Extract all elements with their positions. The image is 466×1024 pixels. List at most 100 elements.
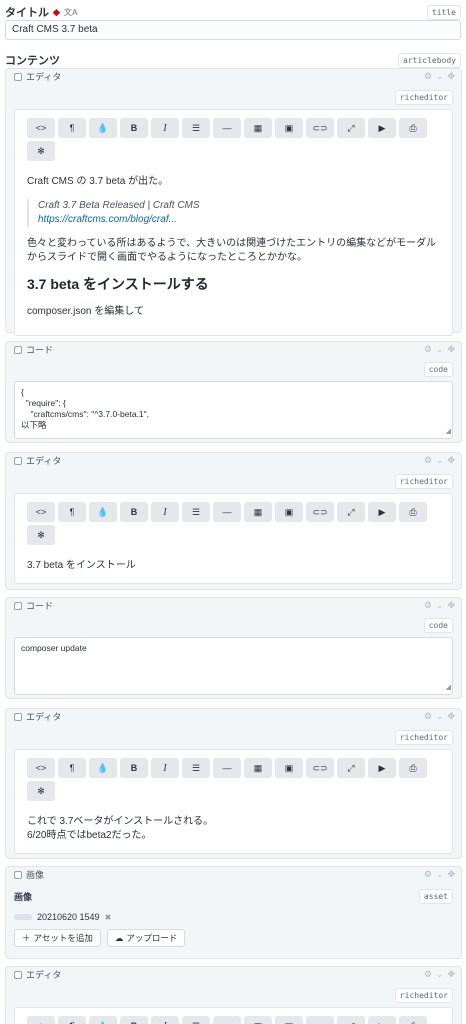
color-icon[interactable]: 💧 — [89, 758, 117, 778]
editor-content[interactable]: Craft CMS の 3.7 beta が出た。 Craft 3.7 Beta… — [27, 175, 444, 319]
chevron-down-icon[interactable]: ⌄ — [436, 71, 444, 82]
image-icon[interactable]: ▣ — [275, 118, 303, 138]
fullscreen-icon[interactable]: ⤢ — [337, 758, 365, 778]
editor-content[interactable]: 3.7 beta をインストール — [27, 559, 444, 573]
rich-text-editor[interactable]: <> ¶ 💧 B I ☰ — ▦ ▣ ⊂⊃ ⤢ ▶ ⎙ ✻ 3.7 beta をインストール — [14, 493, 453, 584]
image-icon[interactable]: ▣ — [275, 1016, 303, 1024]
block-select-checkbox[interactable] — [14, 601, 22, 610]
resize-handle-icon[interactable]: ◢ — [446, 682, 451, 693]
table-icon[interactable]: ▦ — [244, 118, 272, 138]
remove-icon[interactable]: ✖ — [105, 913, 112, 922]
move-icon[interactable]: ✥ — [447, 869, 455, 880]
settings-icon[interactable]: ⚙ — [424, 600, 432, 611]
settings-icon[interactable]: ⚙ — [424, 869, 432, 880]
bold-icon[interactable]: B — [120, 118, 148, 138]
code-view-icon[interactable]: <> — [27, 118, 55, 138]
table-icon[interactable]: ▦ — [244, 758, 272, 778]
color-icon[interactable]: 💧 — [89, 502, 117, 522]
chevron-down-icon[interactable]: ⌄ — [436, 455, 444, 466]
special-chars-icon[interactable]: ✻ — [27, 141, 55, 161]
move-icon[interactable]: ✥ — [447, 969, 455, 980]
rich-text-editor[interactable]: <> ¶ 💧 B I ☰ — ▦ ▣ ⊂⊃ ⤢ ▶ ⎙ ✻ Craft CMS の 3.7 beta が出… — [14, 109, 453, 336]
asset-item[interactable]: 20210620 1549 ✖ — [6, 904, 461, 922]
code-view-icon[interactable]: <> — [27, 1016, 55, 1024]
list-icon[interactable]: ☰ — [182, 758, 210, 778]
paragraph-icon[interactable]: ¶ — [58, 758, 86, 778]
color-icon[interactable]: 💧 — [89, 1016, 117, 1024]
link-icon[interactable]: ⊂⊃ — [306, 758, 334, 778]
paragraph-icon[interactable]: ¶ — [58, 502, 86, 522]
video-icon[interactable]: ▶ — [368, 118, 396, 138]
code-view-icon[interactable]: <> — [27, 758, 55, 778]
chevron-down-icon[interactable]: ⌄ — [436, 344, 444, 355]
italic-icon[interactable]: I — [151, 1016, 179, 1024]
italic-icon[interactable]: I — [151, 118, 179, 138]
block-select-checkbox[interactable] — [14, 970, 22, 979]
code-view-icon[interactable]: <> — [27, 502, 55, 522]
settings-icon[interactable]: ⚙ — [424, 71, 432, 82]
move-icon[interactable]: ✥ — [447, 344, 455, 355]
rich-text-editor[interactable]: <> ¶ 💧 B I ☰ — ▦ ▣ ⊂⊃ ⤢ ▶ ⎙ ✻ これで 3.7ベータがインストールされる。 6/… — [14, 749, 453, 854]
italic-icon[interactable]: I — [151, 502, 179, 522]
chevron-down-icon[interactable]: ⌄ — [436, 969, 444, 980]
horizontal-rule-icon[interactable]: — — [213, 502, 241, 522]
code-textarea[interactable]: composer update ◢ — [14, 637, 453, 695]
bold-icon[interactable]: B — [120, 502, 148, 522]
block-select-checkbox[interactable] — [14, 712, 22, 721]
fullscreen-icon[interactable]: ⤢ — [337, 1016, 365, 1024]
resize-handle-icon[interactable]: ◢ — [446, 426, 451, 437]
image-icon[interactable]: ▣ — [275, 758, 303, 778]
settings-icon[interactable]: ⚙ — [424, 455, 432, 466]
list-icon[interactable]: ☰ — [182, 502, 210, 522]
move-icon[interactable]: ✥ — [447, 600, 455, 611]
fullscreen-icon[interactable]: ⤢ — [337, 118, 365, 138]
paragraph-icon[interactable]: ¶ — [58, 118, 86, 138]
link-icon[interactable]: ⊂⊃ — [306, 502, 334, 522]
special-chars-icon[interactable]: ✻ — [27, 525, 55, 545]
bold-icon[interactable]: B — [120, 758, 148, 778]
code-textarea[interactable]: { "require": { "craftcms/cms": "^3.7.0-b… — [14, 381, 453, 439]
upload-button[interactable]: ☁ アップロード — [106, 929, 186, 947]
embed-icon[interactable]: ⎙ — [399, 502, 427, 522]
add-asset-button[interactable]: ＋アセットを追加 — [14, 929, 101, 947]
list-icon[interactable]: ☰ — [182, 1016, 210, 1024]
settings-icon[interactable]: ⚙ — [424, 969, 432, 980]
embed-icon[interactable]: ⎙ — [399, 1016, 427, 1024]
chevron-down-icon[interactable]: ⌄ — [436, 711, 444, 722]
horizontal-rule-icon[interactable]: — — [213, 118, 241, 138]
list-icon[interactable]: ☰ — [182, 118, 210, 138]
paragraph-icon[interactable]: ¶ — [58, 1016, 86, 1024]
video-icon[interactable]: ▶ — [368, 758, 396, 778]
italic-icon[interactable]: I — [151, 758, 179, 778]
color-icon[interactable]: 💧 — [89, 118, 117, 138]
block-select-checkbox[interactable] — [14, 870, 22, 879]
video-icon[interactable]: ▶ — [368, 1016, 396, 1024]
move-icon[interactable]: ✥ — [447, 455, 455, 466]
move-icon[interactable]: ✥ — [447, 71, 455, 82]
horizontal-rule-icon[interactable]: — — [213, 758, 241, 778]
image-icon[interactable]: ▣ — [275, 502, 303, 522]
embed-icon[interactable]: ⎙ — [399, 758, 427, 778]
table-icon[interactable]: ▦ — [244, 1016, 272, 1024]
block-select-checkbox[interactable] — [14, 345, 22, 354]
settings-icon[interactable]: ⚙ — [424, 711, 432, 722]
move-icon[interactable]: ✥ — [447, 711, 455, 722]
bold-icon[interactable]: B — [120, 1016, 148, 1024]
chevron-down-icon[interactable]: ⌄ — [436, 869, 444, 880]
rich-text-editor[interactable]: <>¶💧BI☰—▦▣⊂⊃⤢▶⎙✻ — [14, 1007, 453, 1024]
table-icon[interactable]: ▦ — [244, 502, 272, 522]
block-select-checkbox[interactable] — [14, 72, 22, 81]
quote-link[interactable]: https://craftcms.com/blog/craf... — [38, 214, 177, 225]
horizontal-rule-icon[interactable]: — — [213, 1016, 241, 1024]
fullscreen-icon[interactable]: ⤢ — [337, 502, 365, 522]
link-icon[interactable]: ⊂⊃ — [306, 1016, 334, 1024]
settings-icon[interactable]: ⚙ — [424, 344, 432, 355]
embed-icon[interactable]: ⎙ — [399, 118, 427, 138]
editor-content[interactable]: これで 3.7ベータがインストールされる。 6/20時点ではbeta2だった。 — [27, 815, 444, 843]
video-icon[interactable]: ▶ — [368, 502, 396, 522]
title-input[interactable]: Craft CMS 3.7 beta — [5, 20, 461, 40]
block-select-checkbox[interactable] — [14, 456, 22, 465]
special-chars-icon[interactable]: ✻ — [27, 781, 55, 801]
link-icon[interactable]: ⊂⊃ — [306, 118, 334, 138]
chevron-down-icon[interactable]: ⌄ — [436, 600, 444, 611]
